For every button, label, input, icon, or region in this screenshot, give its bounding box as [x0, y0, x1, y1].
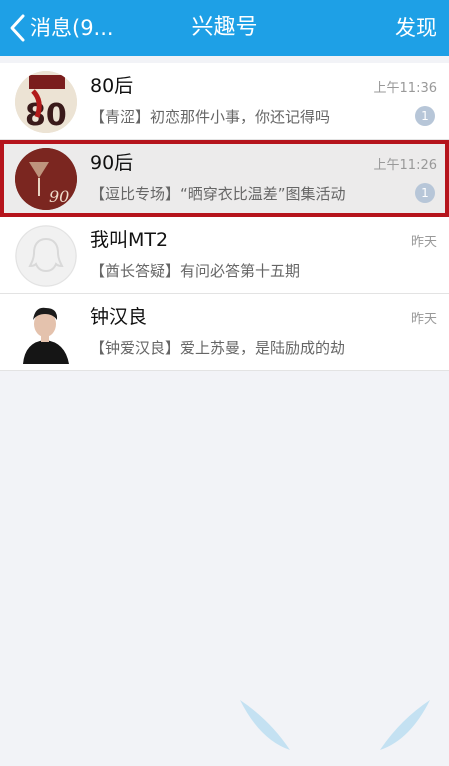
- discover-button[interactable]: 发现: [395, 0, 437, 56]
- svg-text:80: 80: [25, 98, 67, 133]
- avatar-90hou: 90: [15, 148, 77, 210]
- svg-text:90: 90: [49, 187, 69, 206]
- item-preview: 【钟爱汉良】爱上苏曼，是陆励成的劫: [90, 339, 346, 357]
- item-time: 昨天: [410, 235, 437, 250]
- avatar-zhonghanliang: [15, 302, 77, 364]
- item-name: 钟汉良: [90, 306, 148, 328]
- item-time: 上午11:26: [373, 158, 437, 173]
- unread-badge: 1: [415, 183, 435, 203]
- item-preview: 【青涩】初恋那件小事，你还记得吗: [90, 108, 331, 126]
- item-preview: 【逗比专场】“晒穿衣比温差”图集活动: [90, 185, 346, 203]
- item-name: 我叫MT2: [90, 229, 169, 251]
- watermark-wings-icon: [240, 700, 430, 750]
- avatar-placeholder-icon: [15, 225, 77, 287]
- item-time: 昨天: [410, 312, 437, 327]
- unread-badge: 1: [415, 106, 435, 126]
- list-item-80hou[interactable]: 80 80后 上午11:36 【青涩】初恋那件小事，你还记得吗 1: [0, 63, 449, 140]
- list-item-90hou[interactable]: 90 90后 上午11:26 【逗比专场】“晒穿衣比温差”图集活动 1: [0, 140, 449, 217]
- item-time: 上午11:36: [373, 81, 437, 96]
- item-name: 80后: [90, 75, 134, 97]
- list-item-zhonghanliang[interactable]: 钟汉良 昨天 【钟爱汉良】爱上苏曼，是陆励成的劫: [0, 294, 449, 371]
- avatar-80hou: 80: [15, 71, 77, 133]
- item-preview: 【酋长答疑】有问必答第十五期: [90, 262, 301, 280]
- back-label: 消息(9...: [30, 16, 114, 40]
- back-button[interactable]: 消息(9...: [8, 0, 114, 56]
- list-item-mt2[interactable]: 我叫MT2 昨天 【酋长答疑】有问必答第十五期: [0, 217, 449, 294]
- item-name: 90后: [90, 152, 134, 174]
- subscription-list: 80 80后 上午11:36 【青涩】初恋那件小事，你还记得吗 1 90 90后…: [0, 63, 449, 371]
- top-bar: 消息(9... 兴趣号 发现: [0, 0, 449, 56]
- chevron-left-icon: [10, 14, 25, 42]
